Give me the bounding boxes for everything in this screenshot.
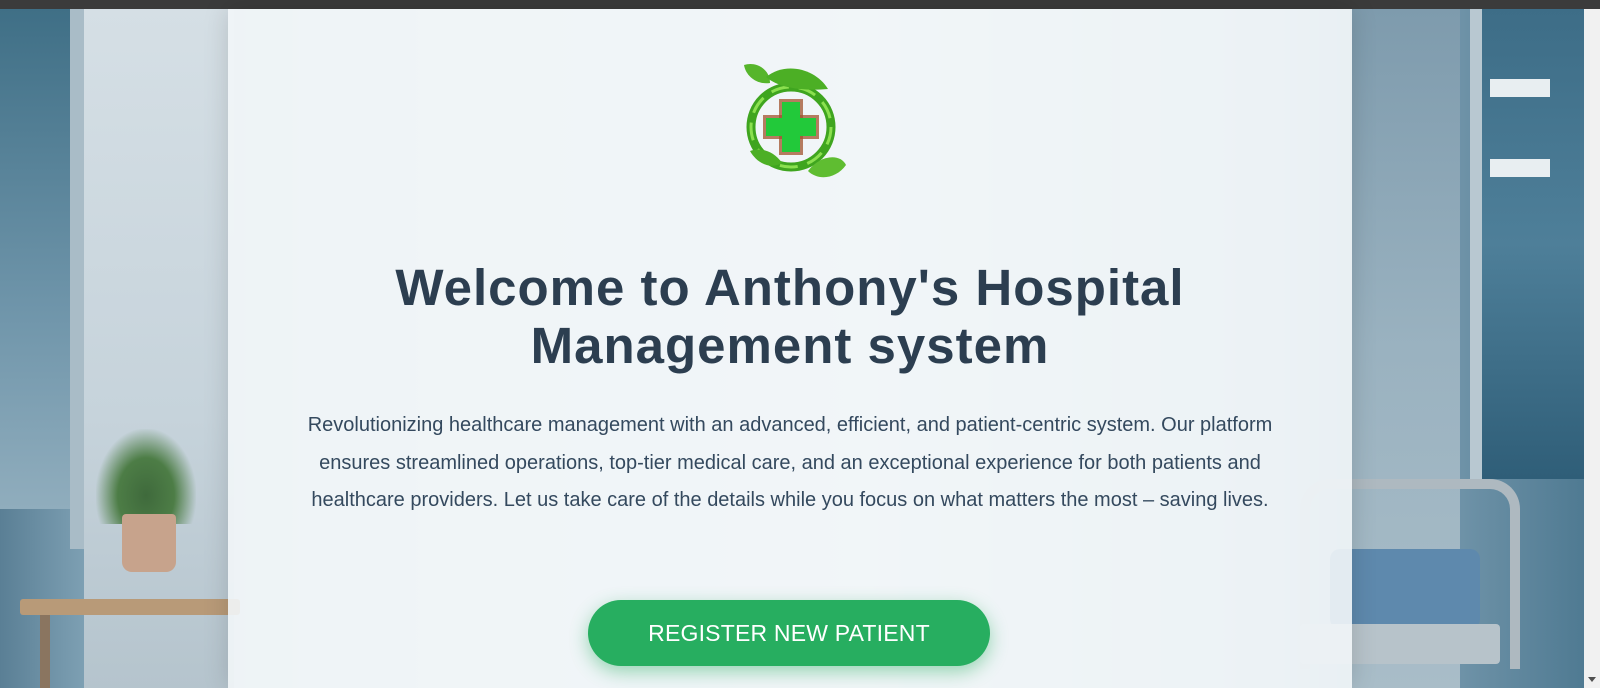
welcome-card: Welcome to Anthony's Hospital Management… [228,9,1352,688]
register-new-patient-button[interactable]: REGISTER NEW PATIENT [588,600,990,666]
vertical-scrollbar[interactable] [1584,9,1600,688]
page-title: Welcome to Anthony's Hospital Management… [395,259,1185,374]
hero-description: Revolutionizing healthcare management wi… [307,414,1273,511]
plant-decoration [96,429,196,524]
green-cross-leaf-icon [744,63,846,178]
browser-top-strip [0,0,1600,9]
scroll-down-arrow-icon[interactable] [1588,677,1596,682]
